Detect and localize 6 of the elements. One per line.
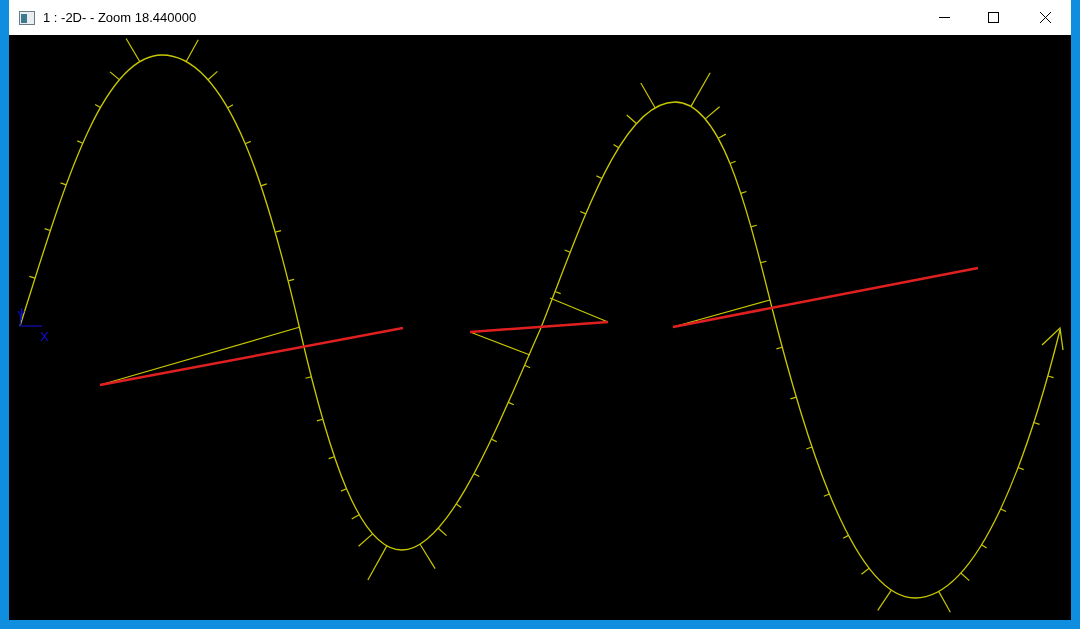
minimize-icon	[938, 17, 950, 18]
window-title: 1 : -2D- - Zoom 18.440000	[43, 8, 197, 27]
close-icon	[1039, 12, 1051, 23]
maximize-icon	[987, 12, 999, 23]
window-app-icon	[19, 10, 35, 25]
x-axis-label: X	[40, 329, 49, 344]
